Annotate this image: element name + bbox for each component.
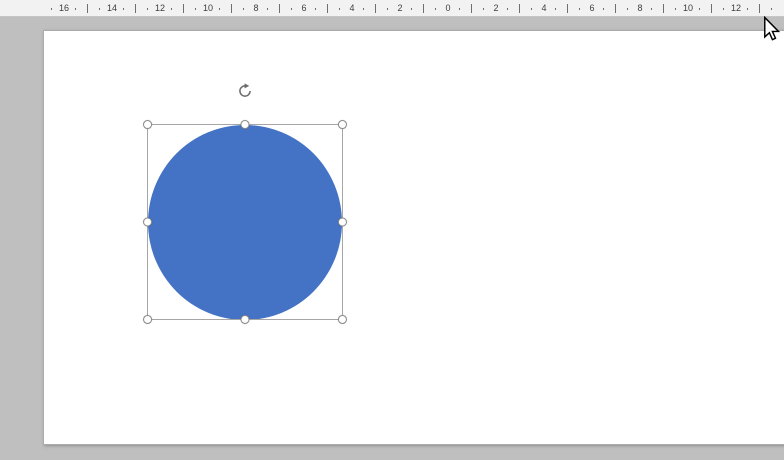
slide[interactable] bbox=[43, 30, 784, 445]
mouse-cursor-icon bbox=[764, 16, 781, 41]
resize-handle-e[interactable] bbox=[337, 217, 347, 227]
horizontal-ruler: 16 14 12 10 8 6 4 2 0 2 4 6 8 10 12 bbox=[0, 0, 784, 17]
ruler-label: 8 bbox=[636, 0, 644, 16]
application-window: 16 14 12 10 8 6 4 2 0 2 4 6 8 10 12 bbox=[0, 0, 784, 460]
ruler-label: 12 bbox=[729, 0, 743, 16]
editing-canvas[interactable] bbox=[0, 17, 784, 460]
ruler-label: 14 bbox=[105, 0, 119, 16]
resize-handle-se[interactable] bbox=[337, 314, 347, 324]
resize-handle-w[interactable] bbox=[143, 217, 153, 227]
selection-bounding-box bbox=[143, 120, 347, 324]
resize-handle-ne[interactable] bbox=[337, 120, 347, 130]
ruler-label: 4 bbox=[540, 0, 548, 16]
ruler-label: 0 bbox=[444, 0, 452, 16]
resize-handle-s[interactable] bbox=[240, 314, 250, 324]
ruler-label: 10 bbox=[201, 0, 215, 16]
ruler-label: 4 bbox=[348, 0, 356, 16]
resize-handle-n[interactable] bbox=[240, 120, 250, 130]
ruler-label: 10 bbox=[681, 0, 695, 16]
ruler-label: 6 bbox=[588, 0, 596, 16]
resize-handle-nw[interactable] bbox=[143, 120, 153, 130]
ruler-label: 6 bbox=[300, 0, 308, 16]
rotation-handle[interactable] bbox=[237, 83, 253, 99]
ruler-label: 2 bbox=[492, 0, 500, 16]
resize-handle-sw[interactable] bbox=[143, 314, 153, 324]
ruler-labels: 16 14 12 10 8 6 4 2 0 2 4 6 8 10 12 bbox=[0, 0, 784, 16]
ruler-label: 8 bbox=[252, 0, 260, 16]
ruler-label: 12 bbox=[153, 0, 167, 16]
ruler-label: 16 bbox=[57, 0, 71, 16]
ruler-label: 2 bbox=[396, 0, 404, 16]
rotate-clockwise-icon bbox=[239, 83, 251, 97]
